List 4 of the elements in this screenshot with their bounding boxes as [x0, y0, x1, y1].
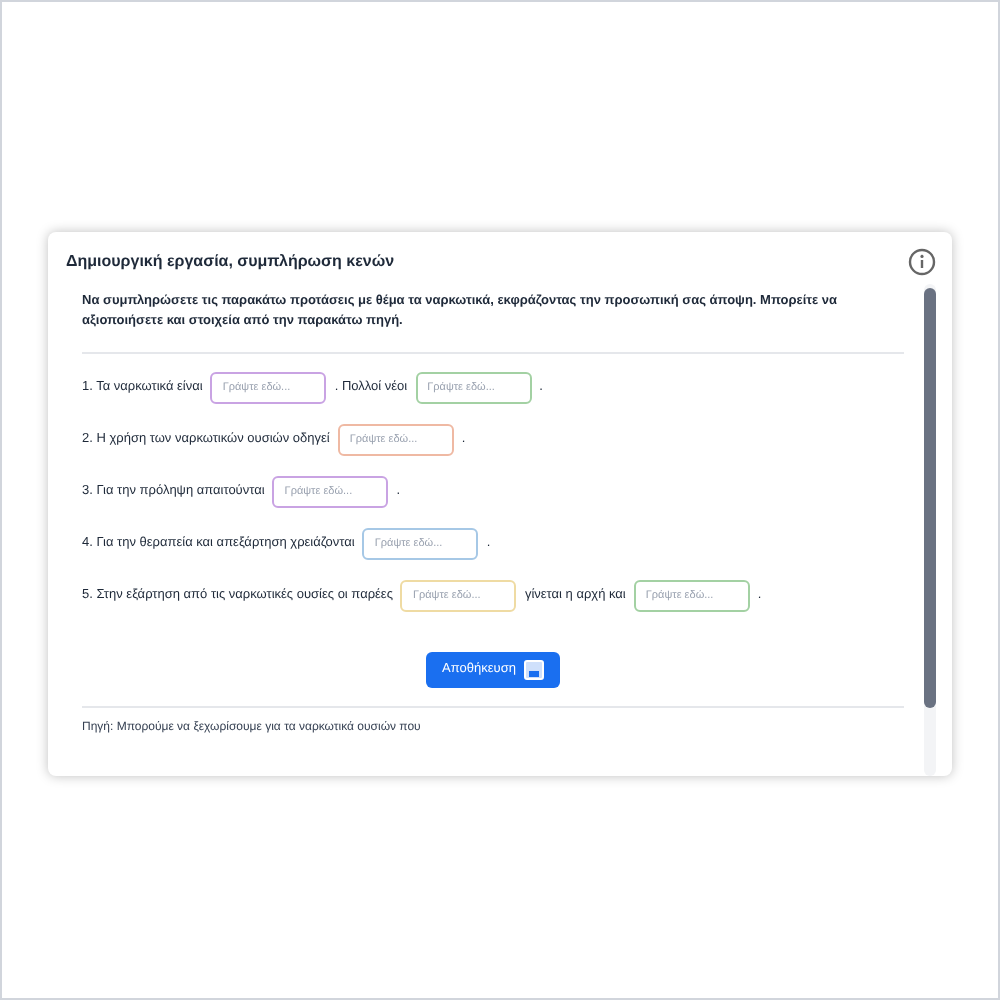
scrollbar[interactable] — [924, 284, 936, 776]
card-title: Δημιουργική εργασία, συμπλήρωση κενών — [66, 250, 395, 274]
info-icon[interactable] — [908, 248, 936, 276]
save-icon — [523, 660, 544, 680]
